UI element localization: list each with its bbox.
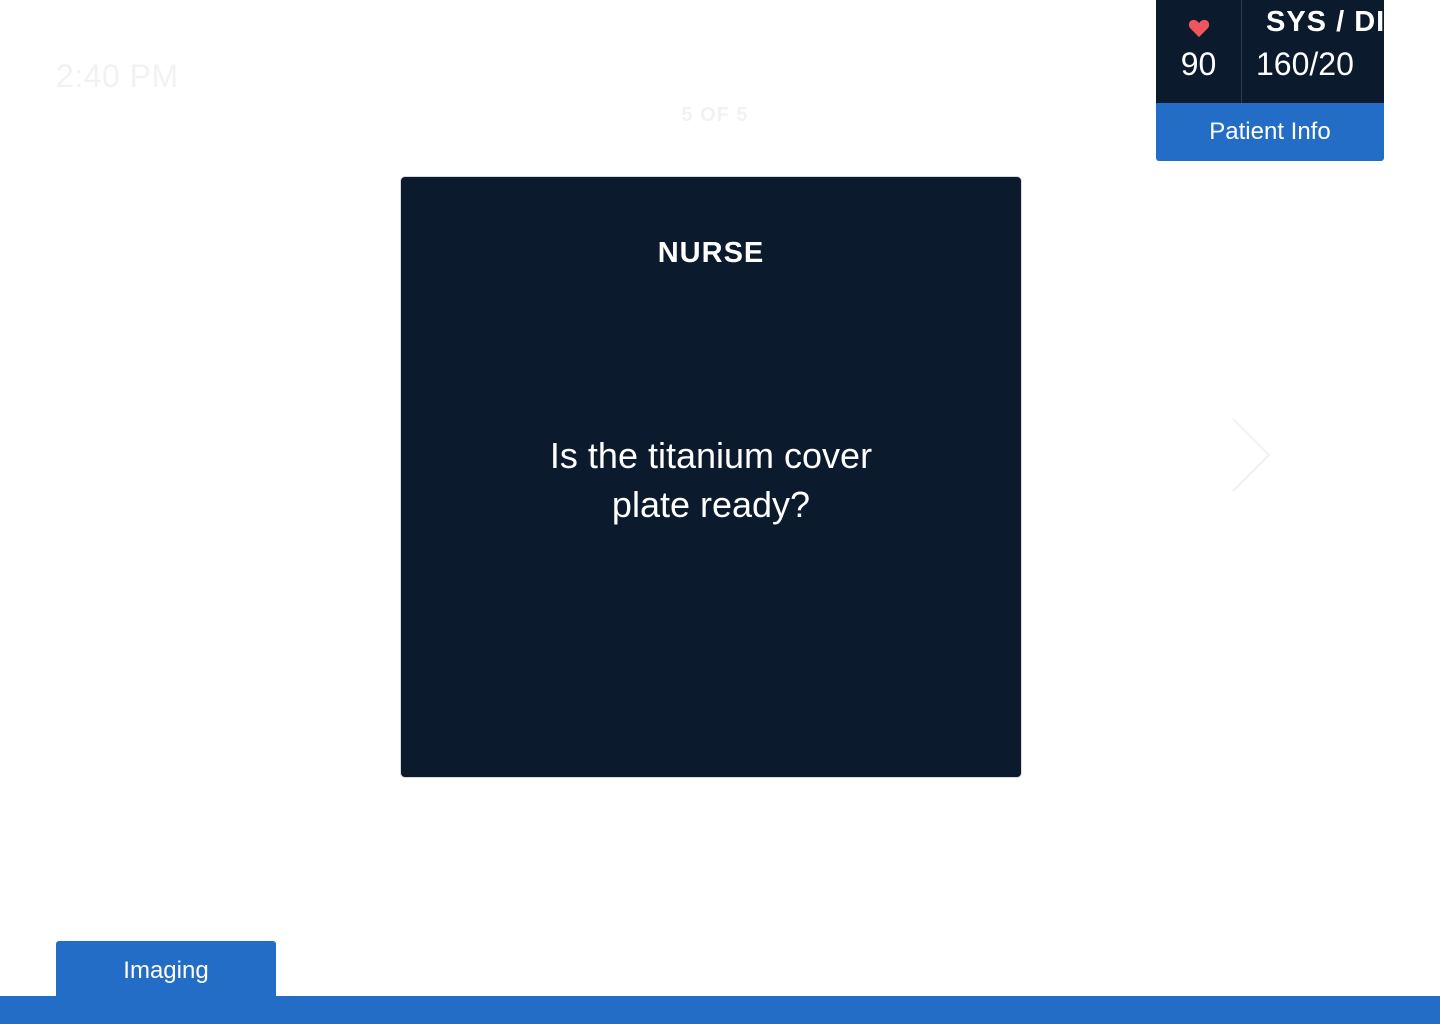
bottom-bar	[0, 996, 1440, 1024]
question-card: NURSE Is the titanium cover plate ready?	[401, 177, 1021, 777]
card-question: Is the titanium cover plate ready?	[549, 435, 873, 525]
blood-pressure: SYS / DIA 160/20	[1242, 0, 1384, 103]
heart-icon	[1188, 18, 1210, 38]
heart-rate-value: 90	[1180, 46, 1217, 82]
imaging-tab[interactable]: Imaging	[56, 941, 276, 997]
blood-pressure-label: SYS / DIA	[1266, 6, 1384, 38]
vitals-readout: 90 SYS / DIA 160/20	[1156, 0, 1384, 103]
card-role: NURSE	[657, 237, 765, 269]
heart-rate: 90	[1156, 0, 1242, 103]
blood-pressure-value: 160/20	[1256, 46, 1354, 82]
next-arrow-icon[interactable]	[1228, 416, 1274, 494]
patient-info-button[interactable]: Patient Info	[1156, 103, 1384, 161]
clock: 2:40 PM	[56, 58, 179, 94]
vitals-panel: 90 SYS / DIA 160/20 Patient Info	[1156, 0, 1384, 161]
